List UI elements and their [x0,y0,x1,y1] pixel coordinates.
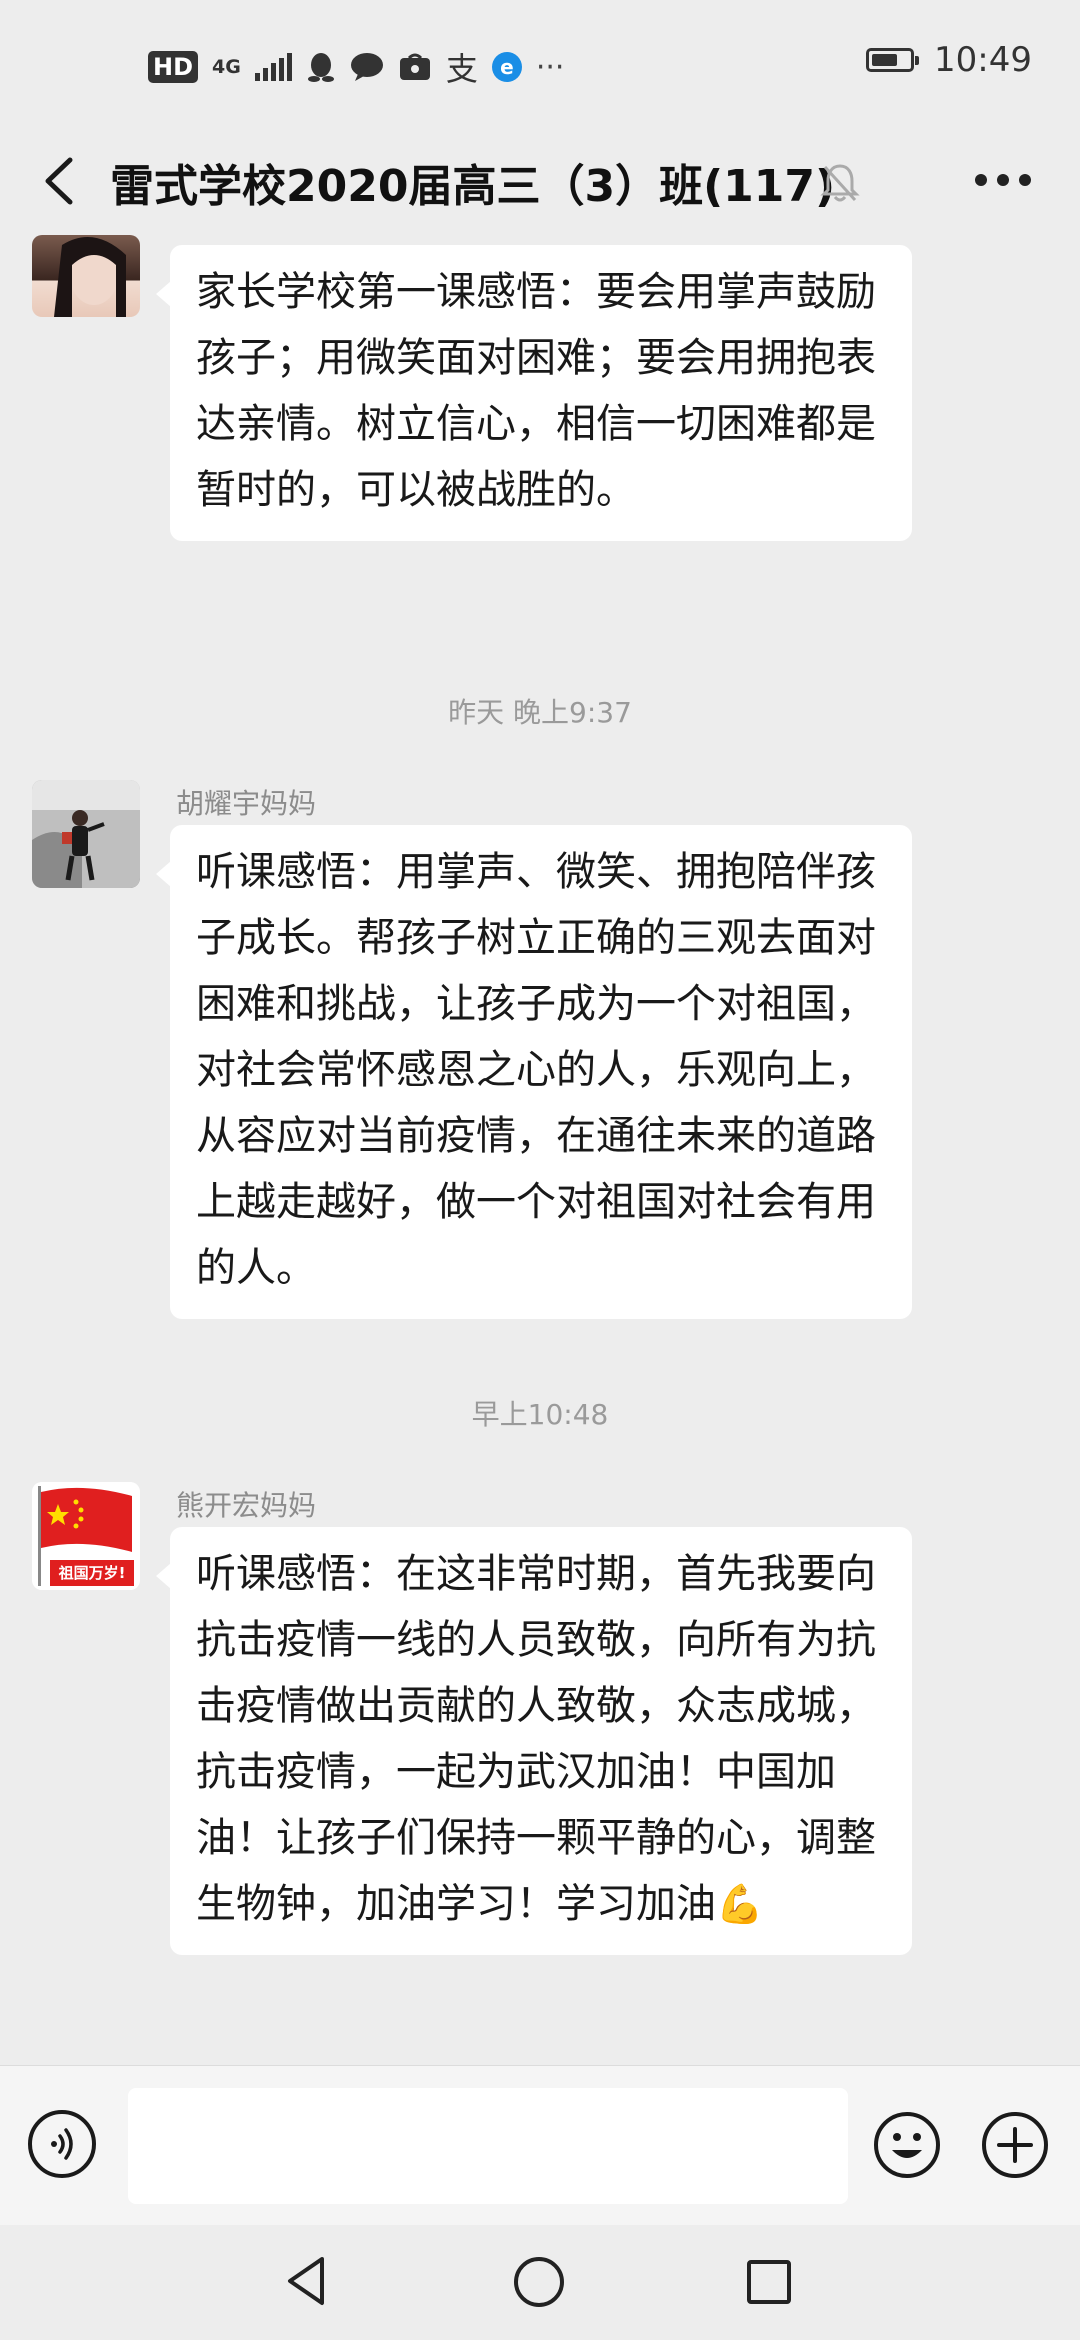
browser-icon: e [491,52,522,82]
message-text: 听课感悟：用掌声、微笑、拥抱陪伴孩子成长。帮孩子树立正确的三观去面对困难和挑战，… [196,849,876,1291]
alipay-icon: 支 [445,50,478,88]
timestamp: 昨天 晚上9:37 [448,696,632,729]
status-icons-left: HD 4G 支 e ··· [148,44,564,90]
avatar[interactable] [32,780,140,888]
voice-icon[interactable] [28,2110,96,2178]
mute-bell-icon [820,164,860,202]
nav-back-icon[interactable] [282,2253,332,2309]
timestamp: 早上10:48 [471,1398,609,1431]
sender-name: 胡耀宇妈妈 [176,787,317,820]
signal-icon [254,53,292,81]
avatar-photo [32,780,140,888]
emoji-icon[interactable] [872,2110,942,2180]
battery-icon [866,48,920,72]
flexed-biceps-emoji: 💪 [716,1882,764,1926]
message-bubble[interactable]: 听课感悟：在这非常时期，首先我要向抗击疫情一线的人员致敬，向所有为抗击疫情做出贡… [156,1527,912,1955]
avatar[interactable] [32,235,140,317]
avatar-photo [54,237,126,317]
nav-recents-icon[interactable] [744,2257,794,2307]
message-bubble[interactable]: 家长学校第一课感悟：要会用掌声鼓励孩子；用微笑面对困难；要会用拥抱表达亲情。树立… [156,245,912,541]
system-nav-bar [0,2225,1080,2340]
network-type-label: 4G [212,55,241,78]
more-dots-icon: ··· [535,49,565,85]
back-icon[interactable] [40,156,80,206]
qq-icon [307,53,334,82]
plus-icon[interactable] [980,2110,1050,2180]
sender-name: 熊开宏妈妈 [176,1489,317,1522]
input-bar [0,2065,1080,2226]
message-input[interactable] [128,2088,848,2204]
battery-level [872,54,898,66]
message-text: 听课感悟：在这非常时期，首先我要向抗击疫情一线的人员致敬，向所有为抗击疫情做出贡… [196,1551,876,1927]
chat-title: 雷式学校2020届高三（3）班(117) [110,161,836,212]
huawei-icon [399,53,430,80]
more-icon[interactable] [975,174,1031,190]
chat-header: 雷式学校2020届高三（3）班(117) [0,130,1080,235]
hd-icon: HD [148,51,199,83]
chat-icon [350,53,383,81]
clock: 10:49 [934,40,1032,80]
message-text: 家长学校第一课感悟：要会用掌声鼓励孩子；用微笑面对困难；要会用拥抱表达亲情。树立… [196,269,876,513]
nav-home-icon[interactable] [512,2255,566,2309]
status-bar: HD 4G 支 e ··· 10:49 [0,0,1080,130]
message-list[interactable]: 家长学校第一课感悟：要会用掌声鼓励孩子；用微笑面对困难；要会用拥抱表达亲情。树立… [0,235,1080,2065]
avatar-caption: 祖国万岁! [58,1564,126,1582]
message-bubble[interactable]: 听课感悟：用掌声、微笑、拥抱陪伴孩子成长。帮孩子树立正确的三观去面对困难和挑战，… [156,825,912,1319]
avatar[interactable]: 祖国万岁! [32,1482,140,1590]
status-icons-right: 10:49 [866,40,1032,80]
